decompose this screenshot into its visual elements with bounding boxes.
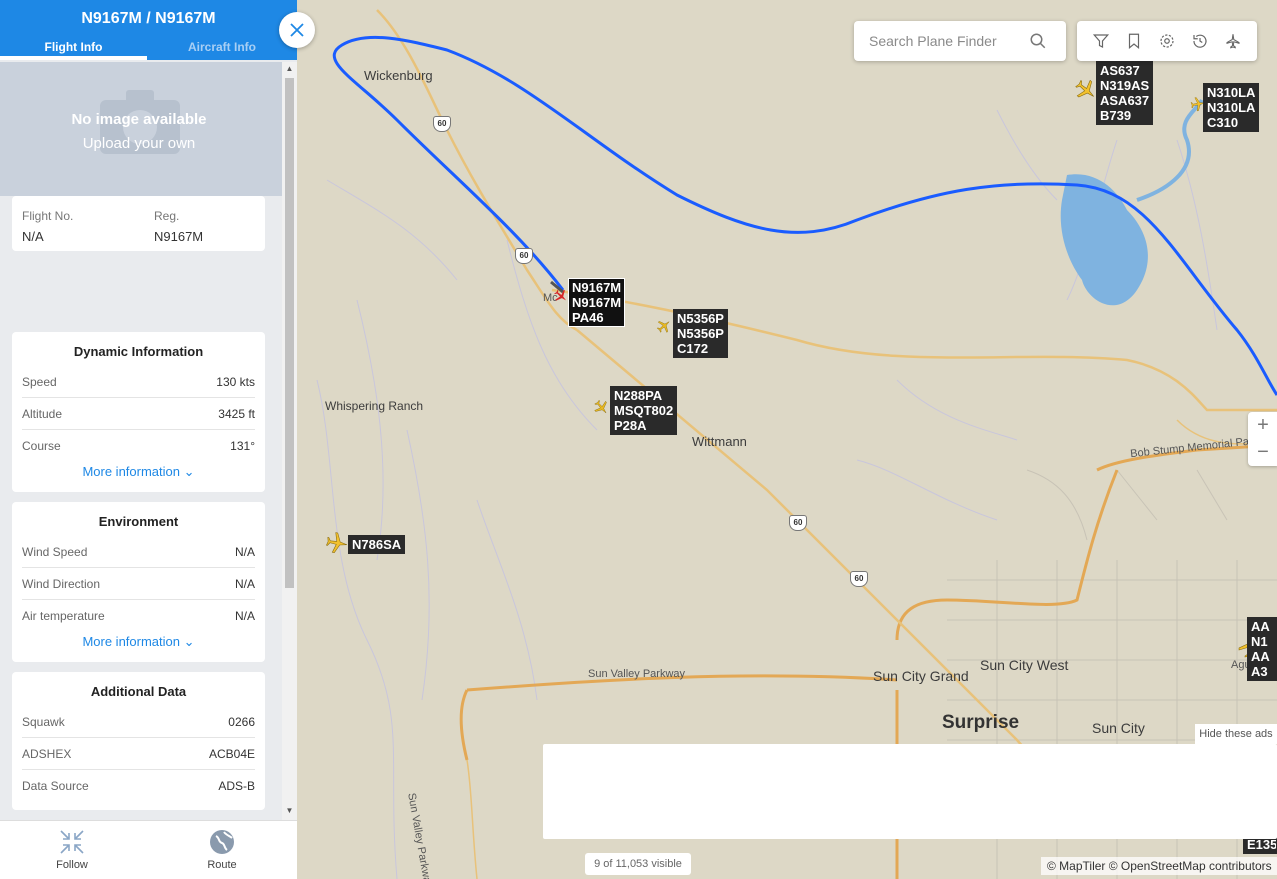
more-information-link[interactable]: More information ⌄ [12, 632, 265, 658]
place-sun-city-west: Sun City West [980, 657, 1069, 673]
highway-shield: 60 [515, 248, 533, 264]
flight-tag[interactable]: N288PA MSQT802 P28A [610, 386, 678, 435]
scroll-down-icon[interactable]: ▼ [284, 806, 295, 816]
map-canvas[interactable]: 60 60 60 60 Wickenburg Whispering Ranch … [297, 0, 1277, 879]
upload-photo-link[interactable]: Upload your own [0, 135, 278, 152]
plane-icon[interactable] [1074, 78, 1098, 102]
data-source-value: ADS-B [218, 779, 255, 793]
place-sun-city-grand: Sun City Grand [873, 668, 969, 684]
flight-no-label: Flight No. [22, 209, 74, 223]
sidebar-footer: Follow Route [0, 820, 297, 879]
aircraft-photo-placeholder[interactable]: No image available Upload your own [0, 62, 282, 196]
flight-tag[interactable]: N786SA [348, 535, 406, 554]
hide-ads-link[interactable]: Hide these ads [1195, 724, 1277, 744]
adshex-value: ACB04E [208, 746, 255, 761]
flight-tag[interactable]: AA N1 AA A3 [1247, 617, 1277, 681]
highway-shield: 60 [789, 515, 807, 531]
search-icon[interactable] [1029, 32, 1047, 50]
wind-direction-value: N/A [234, 576, 255, 591]
filter-icon[interactable] [1090, 30, 1112, 52]
highway-shield: 60 [850, 571, 868, 587]
adshex-label: ADSHEX [22, 746, 72, 761]
active-tab-indicator [0, 56, 147, 60]
place-wickenburg: Wickenburg [364, 68, 433, 83]
wind-speed-label: Wind Speed [22, 544, 88, 559]
scroll-up-icon[interactable]: ▲ [284, 64, 295, 74]
follow-label: Follow [56, 859, 88, 871]
history-icon[interactable] [1189, 30, 1211, 52]
flight-sidebar: N9167M / N9167M Flight Info Aircraft Inf… [0, 0, 297, 879]
flight-no-value: N/A [22, 229, 44, 244]
squawk-value: 0266 [228, 714, 255, 729]
zoom-in-button[interactable]: + [1257, 414, 1269, 437]
dynamic-info-card: Dynamic Information Speed 130 kts Altitud… [12, 332, 265, 492]
flight-tag[interactable]: AS637 N319AS ASA637 B739 [1096, 61, 1154, 125]
zoom-controls: + − [1248, 412, 1277, 466]
chevron-down-icon: ⌄ [183, 464, 195, 479]
place-wittmann: Wittmann [692, 434, 747, 449]
route-button[interactable]: Route [172, 827, 272, 871]
plane-icon[interactable] [325, 531, 349, 555]
place-sun-city: Sun City [1092, 720, 1145, 736]
altitude-value: 3425 ft [218, 406, 255, 421]
card-title: Environment [98, 514, 179, 529]
follow-icon [60, 830, 84, 854]
visible-count: 9 of 11,053 visible [585, 853, 691, 875]
flight-number-card: Flight No. N/A Reg. N9167M [12, 196, 265, 251]
map-attribution[interactable]: © MapTiler © OpenStreetMap contributors [1041, 857, 1277, 875]
wind-direction-label: Wind Direction [22, 576, 101, 591]
follow-button[interactable]: Follow [22, 827, 122, 871]
flight-title: N9167M / N9167M [81, 10, 216, 27]
more-information-label: More information [82, 464, 180, 479]
course-value: 131° [230, 439, 255, 453]
air-temperature-value: N/A [234, 609, 255, 623]
place-whispering-ranch: Whispering Ranch [325, 399, 424, 413]
speed-value: 130 kts [216, 374, 255, 389]
more-information-link[interactable]: More information ⌄ [12, 462, 265, 488]
flight-tag-selected[interactable]: N9167M N9167M PA46 [568, 278, 626, 327]
tab-flight-info[interactable]: Flight Info [0, 40, 147, 54]
scrollbar-thumb[interactable] [285, 78, 294, 588]
road-sun-valley-parkway: Sun Valley Parkway [588, 668, 686, 680]
map-toolbar [1077, 21, 1257, 61]
ad-banner [543, 744, 1277, 839]
card-title: Additional Data [90, 684, 187, 699]
tab-aircraft-info[interactable]: Aircraft Info [147, 40, 297, 54]
wind-speed-value: N/A [234, 544, 255, 559]
settings-icon[interactable] [1156, 30, 1178, 52]
chevron-down-icon: ⌄ [183, 634, 195, 649]
highway-shield: 60 [433, 116, 451, 132]
no-image-text: No image available [71, 111, 207, 128]
place-surprise: Surprise [942, 712, 1020, 733]
additional-data-card: Additional Data Squawk 0266 ADSHEX ACB04E … [12, 672, 265, 810]
reg-label: Reg. [154, 209, 180, 223]
plane-icon[interactable] [656, 318, 672, 334]
flight-tag[interactable]: N5356P N5356P C172 [673, 309, 728, 358]
flight-tag[interactable]: N310LA N310LA C310 [1203, 83, 1260, 132]
card-title: Dynamic Information [73, 344, 204, 359]
selected-plane-icon[interactable] [553, 288, 569, 304]
reg-value: N9167M [154, 229, 204, 244]
search-input[interactable] [869, 33, 1029, 49]
squawk-label: Squawk [22, 714, 65, 729]
altitude-label: Altitude [22, 406, 63, 421]
data-source-label: Data Source [22, 779, 89, 793]
search-box [854, 21, 1066, 61]
close-icon [290, 23, 304, 37]
sidebar-header: N9167M / N9167M Flight Info Aircraft Inf… [0, 0, 297, 60]
globe-icon [210, 830, 234, 854]
route-label: Route [207, 859, 237, 871]
more-information-label: More information [82, 634, 180, 649]
close-sidebar-button[interactable] [279, 12, 315, 48]
environment-card: Environment Wind Speed N/A Wind Direction… [12, 502, 265, 662]
course-label: Course [22, 439, 61, 453]
bookmark-icon[interactable] [1123, 30, 1145, 52]
zoom-out-button[interactable]: − [1257, 441, 1269, 464]
plane-icon[interactable] [593, 399, 610, 416]
air-temperature-label: Air temperature [22, 609, 105, 623]
speed-label: Speed [22, 374, 57, 389]
plane-add-icon[interactable] [1222, 30, 1244, 52]
